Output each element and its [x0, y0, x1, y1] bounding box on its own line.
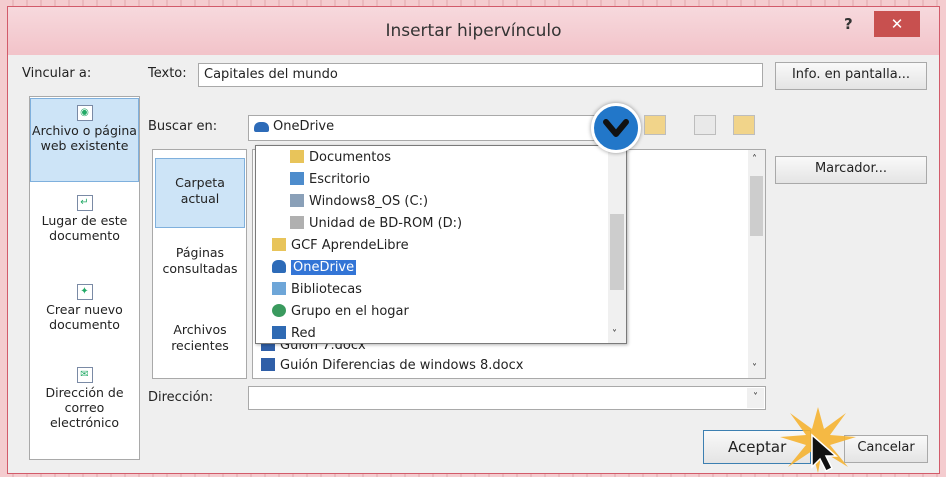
nav-label: Dirección de correo electrónico — [45, 385, 124, 430]
direccion-dropdown-icon[interactable]: ˅ — [747, 388, 764, 408]
click-highlight-icon — [780, 407, 856, 473]
dropdown-item-label: Windows8_OS (C:) — [309, 194, 429, 209]
file-list-scrollbar[interactable]: ˄ ˅ — [748, 150, 765, 378]
drive-icon — [290, 194, 304, 207]
dropdown-item[interactable]: Red — [272, 324, 316, 344]
dropdown-item[interactable]: GCF AprendeLibre — [272, 236, 409, 256]
dropdown-scroll-thumb[interactable] — [610, 214, 624, 290]
user-folder-icon — [272, 238, 286, 251]
libraries-icon — [272, 282, 286, 295]
dropdown-item[interactable]: Escritorio — [290, 170, 370, 190]
browse-web-icon[interactable] — [694, 115, 716, 135]
dropdown-item[interactable]: Bibliotecas — [272, 280, 362, 300]
tab-carpeta-actual[interactable]: Carpeta actual — [155, 158, 245, 228]
info-button[interactable]: Info. en pantalla... — [775, 62, 927, 90]
marcador-button[interactable]: Marcador... — [775, 156, 927, 184]
buscar-dropdown: ˅ Documentos Escritorio Windows8_OS (C:)… — [255, 145, 627, 344]
browse-file-icon[interactable] — [733, 115, 755, 135]
network-icon — [272, 326, 286, 339]
title-bar: Insertar hipervínculo ? ✕ — [8, 7, 939, 55]
buscar-select[interactable]: OneDrive — [248, 115, 596, 141]
dropdown-item-label: Escritorio — [309, 172, 371, 187]
folder-icon — [290, 150, 304, 163]
nav-new-document[interactable]: ✦ Crear nuevo documento — [30, 284, 139, 354]
dropdown-scroll-down-icon[interactable]: ˅ — [612, 329, 617, 340]
tab-archivos-recientes[interactable]: Archivos recientes — [155, 322, 245, 362]
globe-file-icon: ◉ — [76, 105, 93, 121]
scroll-up-icon[interactable]: ˄ — [752, 154, 757, 165]
texto-label: Texto: — [148, 66, 187, 81]
word-doc-icon — [261, 358, 275, 371]
dialog-title: Insertar hipervínculo — [385, 21, 562, 41]
texto-input[interactable]: Capitales del mundo — [198, 63, 763, 87]
dropdown-item-label: GCF AprendeLibre — [291, 238, 409, 253]
dropdown-item[interactable]: Unidad de BD-ROM (D:) — [290, 214, 462, 234]
direccion-input[interactable] — [248, 386, 766, 410]
buscar-label: Buscar en: — [148, 119, 218, 134]
homegroup-icon — [272, 304, 286, 317]
file-name: Guión Diferencias de windows 8.docx — [280, 358, 524, 373]
hyperlink-dialog: Insertar hipervínculo ? ✕ Vincular a: Te… — [7, 6, 940, 474]
onedrive-icon — [254, 122, 269, 132]
view-nav: Carpeta actual Páginas consultadas Archi… — [152, 149, 247, 379]
email-icon: ✉ — [76, 367, 93, 383]
nav-label: Archivo o página web existente — [32, 123, 137, 153]
link-type-nav: ◉ Archivo o página web existente ↵ Lugar… — [29, 96, 140, 460]
dropdown-item-label: Unidad de BD-ROM (D:) — [309, 216, 463, 231]
dropdown-item-selected[interactable]: OneDrive — [272, 258, 357, 278]
nav-this-document[interactable]: ↵ Lugar de este documento — [30, 195, 139, 265]
buscar-value: OneDrive — [273, 119, 335, 134]
dropdown-scrollbar[interactable]: ˅ — [608, 146, 626, 343]
dropdown-item-label: Red — [291, 326, 316, 341]
dropdown-item[interactable]: Grupo en el hogar — [272, 302, 409, 322]
dropdown-item-label: Documentos — [309, 150, 392, 165]
chevron-down-icon[interactable] — [591, 103, 641, 153]
new-document-icon: ✦ — [76, 284, 93, 300]
dropdown-item-label: OneDrive — [291, 260, 357, 275]
dropdown-item[interactable]: Documentos — [290, 148, 391, 168]
direccion-label: Dirección: — [148, 390, 214, 405]
onedrive-icon — [272, 260, 286, 273]
optical-drive-icon — [290, 216, 304, 229]
nav-label: Crear nuevo documento — [46, 302, 123, 332]
nav-label: Lugar de este documento — [41, 213, 128, 243]
help-button[interactable]: ? — [844, 15, 853, 33]
tab-paginas-consultadas[interactable]: Páginas consultadas — [155, 245, 245, 285]
desktop-icon — [290, 172, 304, 185]
scroll-thumb[interactable] — [750, 176, 763, 236]
up-folder-icon[interactable] — [644, 115, 666, 135]
list-item[interactable]: Guión Diferencias de windows 8.docx — [261, 356, 523, 376]
dropdown-item-label: Grupo en el hogar — [291, 304, 409, 319]
vincular-label: Vincular a: — [22, 66, 92, 81]
scroll-down-icon[interactable]: ˅ — [752, 363, 757, 374]
dropdown-item[interactable]: Windows8_OS (C:) — [290, 192, 428, 212]
close-button[interactable]: ✕ — [874, 11, 920, 37]
nav-email[interactable]: ✉ Dirección de correo electrónico — [30, 367, 139, 455]
dropdown-item-label: Bibliotecas — [291, 282, 362, 297]
nav-existing-file[interactable]: ◉ Archivo o página web existente — [30, 98, 139, 182]
document-place-icon: ↵ — [76, 195, 93, 211]
